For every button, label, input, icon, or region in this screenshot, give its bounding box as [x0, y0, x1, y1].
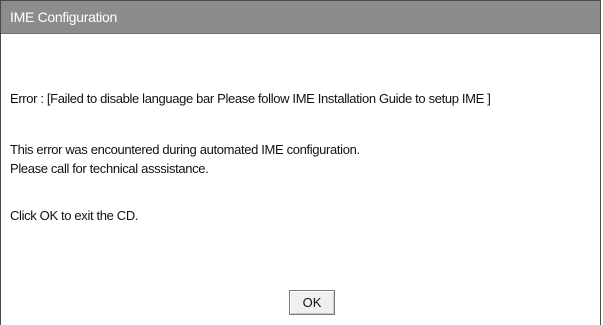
window-title: IME Configuration: [10, 9, 117, 25]
assistance-message: Please call for technical asssistance.: [10, 161, 209, 176]
error-message: Error : [Failed to disable language bar …: [10, 91, 491, 106]
ime-configuration-dialog: IME Configuration Error : [Failed to dis…: [0, 0, 601, 325]
title-bar: IME Configuration: [1, 1, 600, 34]
error-description: This error was encountered during automa…: [10, 142, 360, 157]
ok-button[interactable]: OK: [289, 290, 335, 315]
instruction-message: Click OK to exit the CD.: [10, 208, 139, 223]
